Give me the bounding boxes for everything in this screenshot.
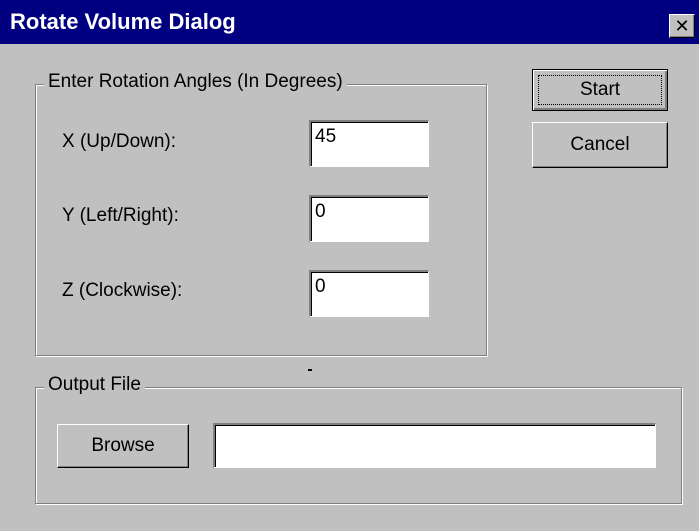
y-angle-label: Y (Left/Right): xyxy=(62,205,179,226)
separator-mark xyxy=(308,369,312,371)
start-button[interactable]: Start xyxy=(532,69,668,111)
x-angle-label: X (Up/Down): xyxy=(62,131,177,152)
title-bar: Rotate Volume Dialog ✕ xyxy=(0,0,699,44)
z-angle-label: Z (Clockwise): xyxy=(62,280,183,301)
window-title: Rotate Volume Dialog xyxy=(10,9,236,34)
output-file-group-label: Output File xyxy=(44,374,145,396)
cancel-button-label: Cancel xyxy=(570,134,630,155)
y-angle-input[interactable]: 0 xyxy=(309,195,429,242)
z-angle-input[interactable]: 0 xyxy=(309,270,429,317)
output-file-input[interactable] xyxy=(213,423,656,468)
browse-button-label: Browse xyxy=(91,435,155,456)
browse-button[interactable]: Browse xyxy=(57,424,189,468)
rotation-angles-group-label: Enter Rotation Angles (In Degrees) xyxy=(44,71,347,93)
cancel-button[interactable]: Cancel xyxy=(532,122,668,168)
start-button-label: Start xyxy=(579,79,621,100)
close-icon: ✕ xyxy=(674,16,690,36)
x-angle-input[interactable]: 45 xyxy=(309,120,429,167)
close-button[interactable]: ✕ xyxy=(669,14,695,38)
